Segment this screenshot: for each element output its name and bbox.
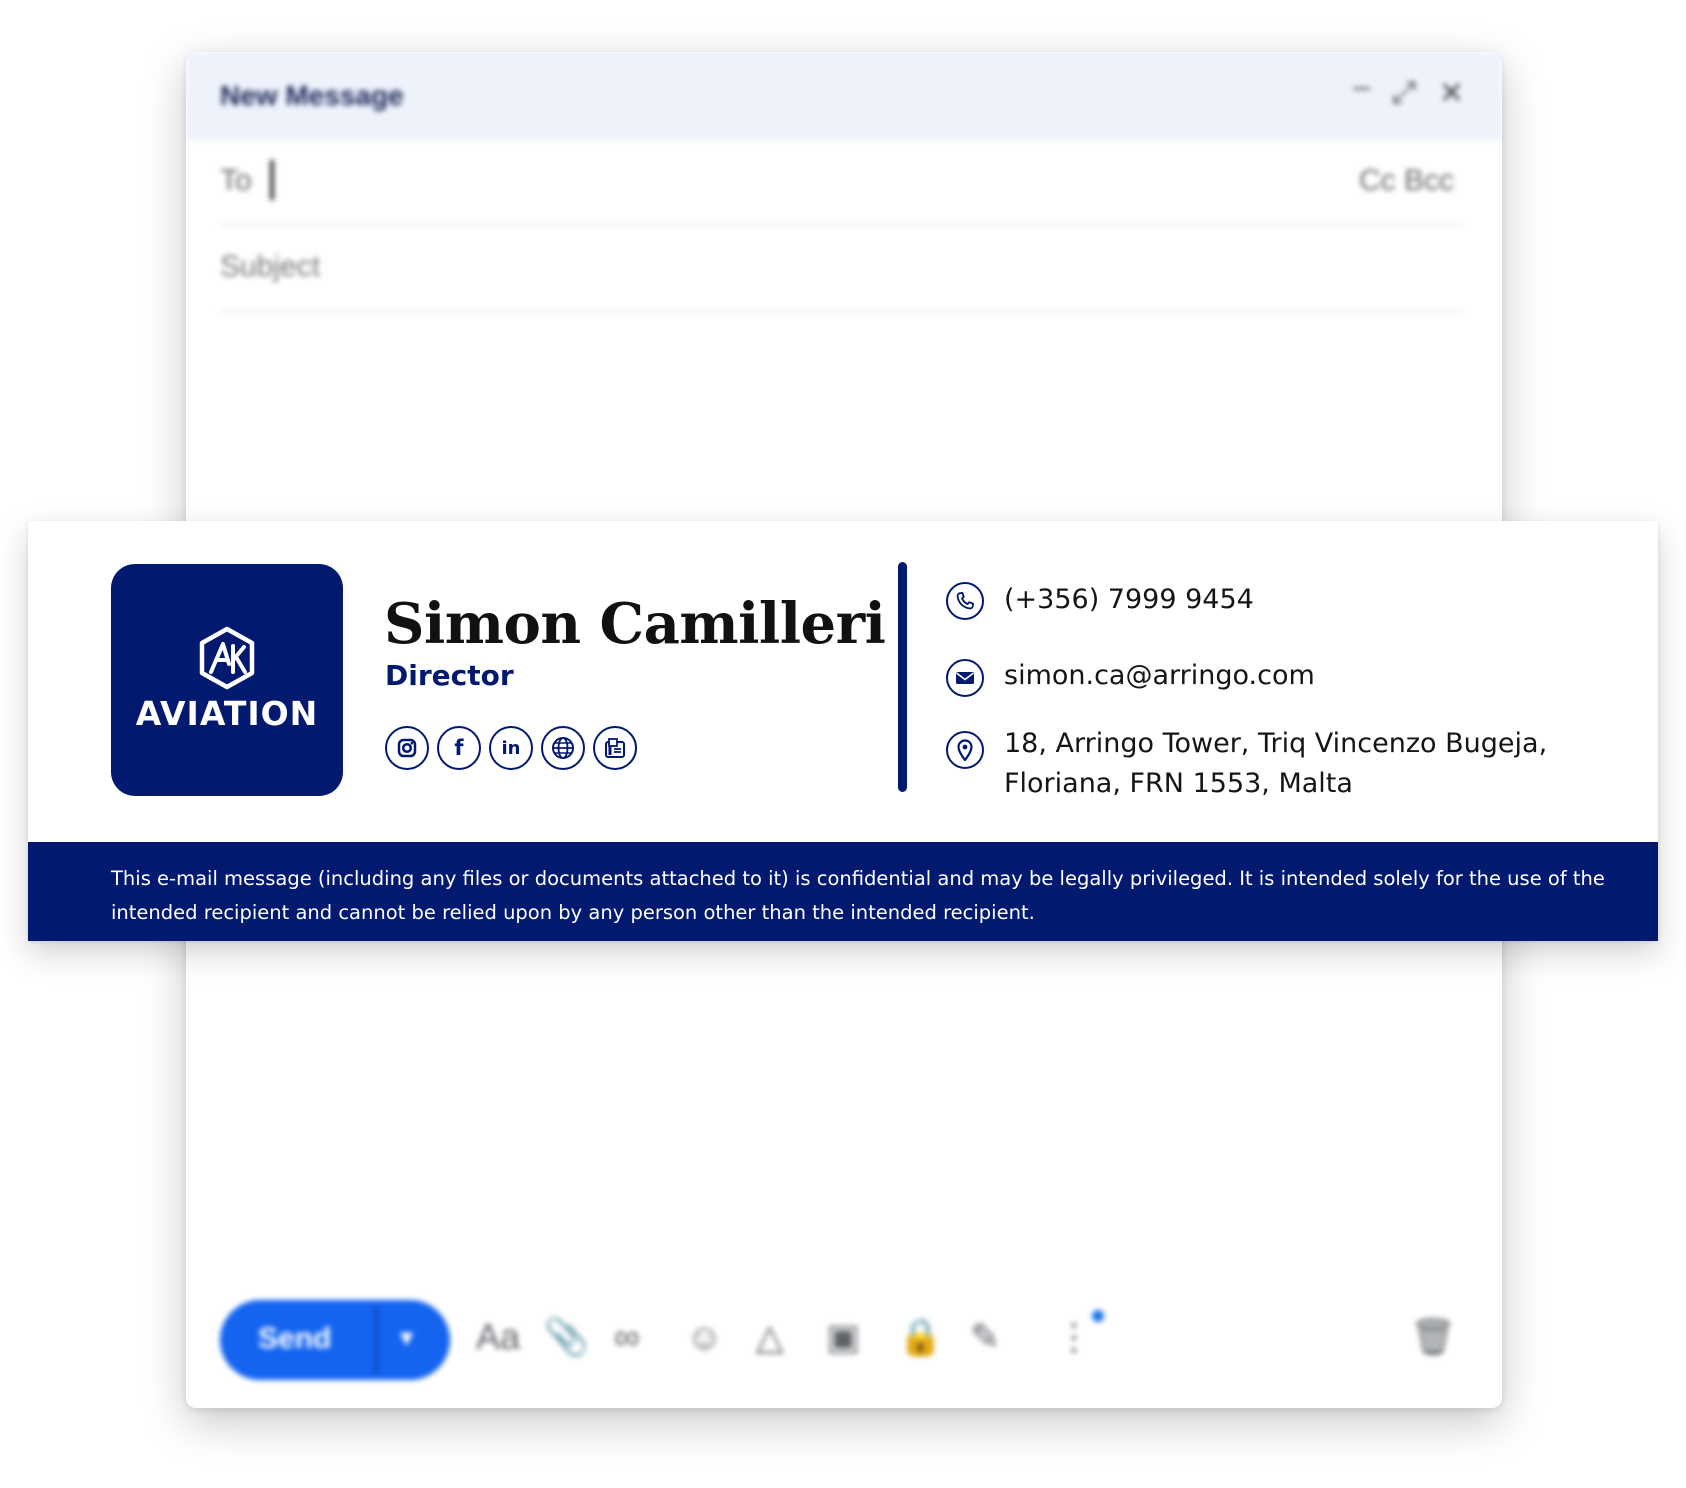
email-signature: AVIATION Simon Camilleri Director f in (… bbox=[28, 521, 1658, 941]
phone-number[interactable]: (+356) 7999 9454 bbox=[1004, 580, 1254, 620]
disclaimer-text: This e-mail message (including any files… bbox=[111, 867, 1605, 924]
trash-icon[interactable]: 🗑 bbox=[1410, 1316, 1456, 1358]
send-divider bbox=[375, 1306, 378, 1374]
phone-glyph bbox=[956, 592, 974, 610]
subject-input[interactable]: Subject bbox=[220, 250, 320, 284]
lock-icon[interactable]: 🔒 bbox=[898, 1316, 943, 1358]
company-logo: AVIATION bbox=[111, 564, 343, 796]
photo-icon[interactable]: ▣ bbox=[826, 1316, 860, 1358]
linkedin-icon[interactable]: in bbox=[489, 726, 533, 770]
drive-icon[interactable]: △ bbox=[756, 1316, 784, 1358]
divider bbox=[220, 224, 1464, 226]
send-label: Send bbox=[258, 1322, 332, 1355]
close-icon[interactable]: ✕ bbox=[1439, 76, 1464, 111]
cc-bcc-link[interactable]: Cc Bcc bbox=[1359, 164, 1454, 198]
email-icon bbox=[946, 659, 984, 697]
notification-dot bbox=[1092, 1310, 1104, 1322]
facebook-icon[interactable]: f bbox=[437, 726, 481, 770]
emoji-icon[interactable]: ☺ bbox=[686, 1316, 723, 1358]
minimize-icon[interactable]: – bbox=[1353, 70, 1370, 104]
send-button[interactable]: Send ▾ bbox=[220, 1300, 450, 1380]
instagram-glyph bbox=[397, 738, 417, 758]
website-icon[interactable] bbox=[541, 726, 585, 770]
globe-glyph bbox=[552, 737, 574, 759]
to-label: To bbox=[220, 164, 252, 197]
address-line-1: 18, Arringo Tower, Triq Vincenzo Bugeja, bbox=[1004, 728, 1548, 759]
expand-icon[interactable]: ⤢ bbox=[1392, 76, 1416, 110]
disclaimer-banner: This e-mail message (including any files… bbox=[28, 842, 1658, 941]
address-line-2: Floriana, FRN 1553, Malta bbox=[1004, 768, 1353, 799]
send-options-icon[interactable]: ▾ bbox=[400, 1322, 413, 1353]
location-icon bbox=[946, 731, 984, 769]
envelope-glyph bbox=[956, 672, 974, 684]
signature-icon[interactable]: ✎ bbox=[970, 1316, 1000, 1358]
instagram-icon[interactable] bbox=[385, 726, 429, 770]
logo-mark-icon bbox=[199, 626, 255, 690]
phone-icon bbox=[946, 582, 984, 620]
more-options-icon[interactable]: ⋮ bbox=[1056, 1316, 1092, 1358]
map-pin-glyph bbox=[957, 739, 973, 762]
fax-icon[interactable] bbox=[593, 726, 637, 770]
vertical-divider bbox=[898, 562, 907, 792]
compose-title: New Message bbox=[220, 80, 404, 111]
link-icon[interactable]: ∞ bbox=[614, 1316, 640, 1358]
attach-icon[interactable]: 📎 bbox=[544, 1316, 589, 1358]
compose-header: New Message – ⤢ ✕ bbox=[186, 52, 1502, 140]
person-name: Simon Camilleri bbox=[384, 591, 886, 657]
email-address[interactable]: simon.ca@arringo.com bbox=[1004, 656, 1315, 696]
job-title: Director bbox=[385, 659, 514, 692]
logo-text: AVIATION bbox=[135, 694, 319, 733]
to-input[interactable] bbox=[270, 160, 274, 200]
divider bbox=[220, 310, 1464, 312]
fax-glyph bbox=[605, 738, 625, 758]
format-text-icon[interactable]: Aa bbox=[476, 1316, 520, 1358]
